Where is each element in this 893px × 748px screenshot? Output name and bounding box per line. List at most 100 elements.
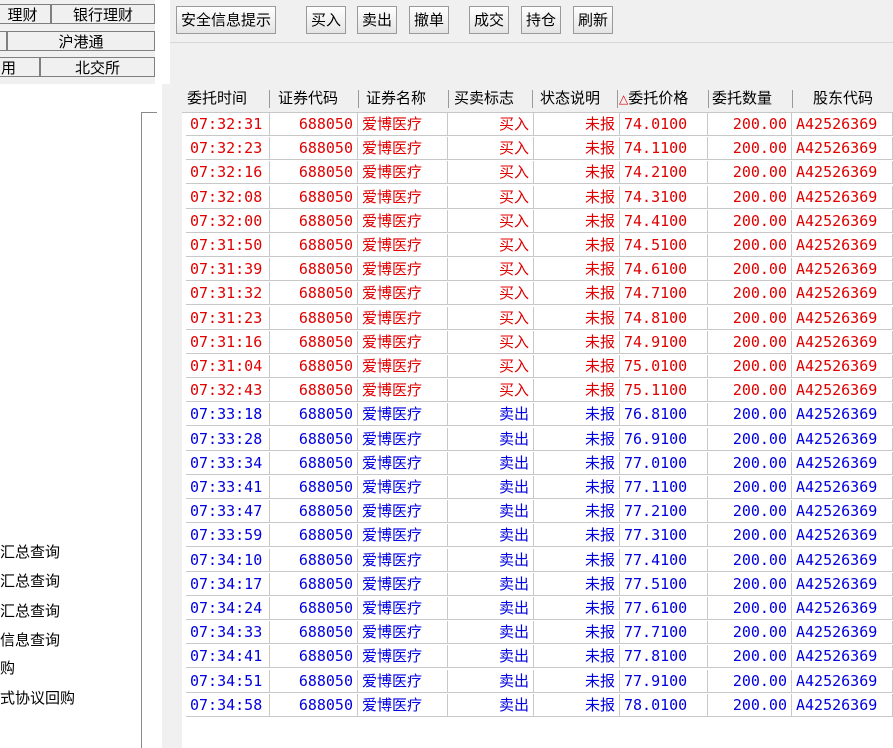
col-divider[interactable]: [708, 90, 709, 108]
cancel-order-button[interactable]: 撤单: [409, 6, 450, 34]
menu-summary-query-1[interactable]: 汇总查询: [0, 541, 60, 563]
col-quantity[interactable]: 委托数量: [712, 84, 772, 112]
cell-buy-sell: 卖出: [448, 669, 534, 693]
col-divider[interactable]: [792, 90, 793, 108]
col-order-time[interactable]: 委托时间: [187, 84, 247, 112]
sell-button[interactable]: 卖出: [357, 6, 398, 34]
tab-credit[interactable]: 用: [0, 57, 40, 77]
col-divider[interactable]: [617, 90, 618, 108]
table-row[interactable]: 07:33:28 688050 爱博医疗 卖出 未报 76.9100 200.00 A4252…: [182, 427, 893, 451]
table-row[interactable]: 07:32:00 688050 爱博医疗 买入 未报 74.4100 200.00 A4252…: [182, 209, 893, 233]
cell-buy-sell: 卖出: [448, 645, 534, 669]
col-price[interactable]: △委托价格: [619, 84, 688, 112]
table-row[interactable]: 07:31:23 688050 爱博医疗 买入 未报 74.8100 200.00 A4252…: [182, 306, 893, 330]
refresh-button[interactable]: 刷新: [573, 6, 614, 34]
left-menu-scrollbar[interactable]: [141, 112, 157, 748]
table-row[interactable]: 07:33:47 688050 爱博医疗 卖出 未报 77.2100 200.00 A4252…: [182, 500, 893, 524]
col-divider[interactable]: [532, 90, 533, 108]
table-row[interactable]: 07:34:41 688050 爱博医疗 卖出 未报 77.8100 200.00 A4252…: [182, 645, 893, 669]
splitter[interactable]: [162, 84, 182, 748]
cell-status: 未报: [534, 669, 620, 693]
cell-price: 77.7100: [620, 621, 708, 645]
cell-status: 未报: [534, 500, 620, 524]
cell-quantity: 200.00: [708, 500, 792, 524]
cell-quantity: 200.00: [708, 403, 792, 427]
table-row[interactable]: 07:31:04 688050 爱博医疗 买入 未报 75.0100 200.00 A4252…: [182, 355, 893, 378]
cell-holder-code: A42526369: [792, 572, 893, 596]
table-row[interactable]: 07:34:24 688050 爱博医疗 卖出 未报 77.6100 200.00 A4252…: [182, 597, 893, 620]
menu-agreement-repo[interactable]: 式协议回购: [0, 687, 75, 709]
cell-holder-code: A42526369: [792, 669, 893, 693]
cell-status: 未报: [534, 645, 620, 669]
cell-status: 未报: [534, 330, 620, 354]
cell-order-time: 07:31:04: [186, 355, 270, 378]
cell-price: 74.6100: [620, 258, 708, 282]
col-holder-code[interactable]: 股东代码: [813, 84, 873, 112]
table-row[interactable]: 07:33:34 688050 爱博医疗 卖出 未报 77.0100 200.00 A4252…: [182, 451, 893, 475]
cell-order-time: 07:33:59: [186, 524, 270, 548]
table-row[interactable]: 07:34:10 688050 爱博医疗 卖出 未报 77.4100 200.00 A4252…: [182, 548, 893, 572]
table-row[interactable]: 07:33:59 688050 爱博医疗 卖出 未报 77.3100 200.00 A4252…: [182, 524, 893, 548]
col-divider[interactable]: [269, 90, 270, 108]
cell-quantity: 200.00: [708, 669, 792, 693]
table-row[interactable]: 07:34:58 688050 爱博医疗 卖出 未报 78.0100 200.00 A4252…: [182, 693, 893, 717]
table-row[interactable]: 07:33:41 688050 爱博医疗 卖出 未报 77.1100 200.00 A4252…: [182, 476, 893, 499]
cell-quantity: 200.00: [708, 355, 792, 378]
tab-wealth[interactable]: 理财: [0, 4, 51, 24]
tab-bse[interactable]: 北交所: [40, 57, 155, 77]
table-row[interactable]: 07:31:39 688050 爱博医疗 买入 未报 74.6100 200.00 A4252…: [182, 258, 893, 282]
table-row[interactable]: 07:34:33 688050 爱博医疗 卖出 未报 77.7100 200.00 A4252…: [182, 621, 893, 645]
positions-button[interactable]: 持仓: [521, 6, 562, 34]
menu-info-query[interactable]: 信息查询: [0, 629, 60, 651]
cell-buy-sell: 买入: [448, 161, 534, 185]
tab-partial[interactable]: [0, 31, 7, 51]
table-row[interactable]: 07:32:31 688050 爱博医疗 买入 未报 74.0100 200.00 A4252…: [182, 113, 893, 136]
buy-button[interactable]: 买入: [306, 6, 347, 34]
cell-holder-code: A42526369: [792, 476, 893, 499]
cell-buy-sell: 卖出: [448, 476, 534, 499]
cell-order-time: 07:33:18: [186, 403, 270, 427]
cell-order-time: 07:32:31: [186, 113, 270, 136]
cell-price: 74.2100: [620, 161, 708, 185]
cell-security-name: 爱博医疗: [358, 234, 448, 257]
cell-status: 未报: [534, 524, 620, 548]
cell-security-name: 爱博医疗: [358, 282, 448, 306]
col-divider[interactable]: [448, 90, 449, 108]
col-status[interactable]: 状态说明: [540, 84, 600, 112]
col-security-name[interactable]: 证券名称: [366, 84, 426, 112]
menu-purchase[interactable]: 购: [0, 657, 15, 679]
col-security-code[interactable]: 证券代码: [278, 84, 338, 112]
cell-quantity: 200.00: [708, 572, 792, 596]
cell-status: 未报: [534, 621, 620, 645]
cell-quantity: 200.00: [708, 306, 792, 330]
cell-holder-code: A42526369: [792, 500, 893, 524]
table-row[interactable]: 07:33:18 688050 爱博医疗 卖出 未报 76.8100 200.00 A4252…: [182, 403, 893, 427]
table-row[interactable]: 07:32:16 688050 爱博医疗 买入 未报 74.2100 200.00 A4252…: [182, 161, 893, 185]
cell-price: 74.9100: [620, 330, 708, 354]
cell-security-code: 688050: [270, 427, 358, 451]
table-row[interactable]: 07:31:16 688050 爱博医疗 买入 未报 74.9100 200.00 A4252…: [182, 330, 893, 354]
table-row[interactable]: 07:32:23 688050 爱博医疗 买入 未报 74.1100 200.00 A4252…: [182, 137, 893, 161]
toolbar: 安全信息提示 买入 卖出 撤单 成交 持仓 刷新: [170, 0, 893, 42]
table-row[interactable]: 07:31:32 688050 爱博医疗 买入 未报 74.7100 200.00 A4252…: [182, 282, 893, 306]
tab-hk-connect[interactable]: 沪港通: [7, 31, 155, 51]
trades-button[interactable]: 成交: [469, 6, 510, 34]
table-row[interactable]: 07:34:51 688050 爱博医疗 卖出 未报 77.9100 200.00 A4252…: [182, 669, 893, 693]
cell-security-name: 爱博医疗: [358, 524, 448, 548]
table-row[interactable]: 07:32:08 688050 爱博医疗 买入 未报 74.3100 200.00 A4252…: [182, 185, 893, 209]
cell-status: 未报: [534, 355, 620, 378]
col-divider[interactable]: [358, 90, 359, 108]
cell-order-time: 07:33:28: [186, 427, 270, 451]
cell-buy-sell: 买入: [448, 113, 534, 136]
table-row[interactable]: 07:31:50 688050 爱博医疗 买入 未报 74.5100 200.00 A4252…: [182, 234, 893, 257]
table-row[interactable]: 07:32:43 688050 爱博医疗 买入 未报 75.1100 200.00 A4252…: [182, 379, 893, 403]
menu-summary-query-2[interactable]: 汇总查询: [0, 570, 60, 592]
table-row[interactable]: 07:34:17 688050 爱博医疗 卖出 未报 77.5100 200.00 A4252…: [182, 572, 893, 596]
tab-bank-wealth[interactable]: 银行理财: [51, 4, 155, 24]
cell-holder-code: A42526369: [792, 645, 893, 669]
cell-security-code: 688050: [270, 403, 358, 427]
security-info-button[interactable]: 安全信息提示: [176, 6, 277, 34]
menu-summary-query-3[interactable]: 汇总查询: [0, 600, 60, 622]
col-buy-sell[interactable]: 买卖标志: [454, 84, 514, 112]
cell-security-code: 688050: [270, 548, 358, 572]
